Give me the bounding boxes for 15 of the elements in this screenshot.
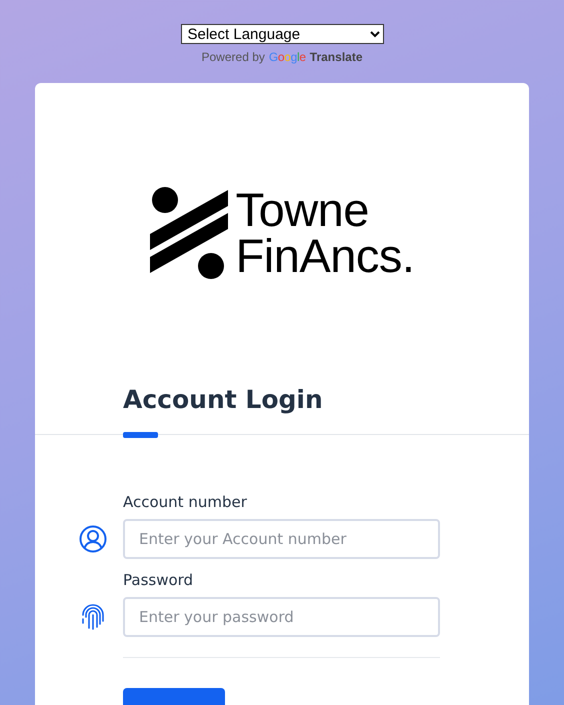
logo-mark-icon (150, 187, 228, 279)
page-heading: Account Login (123, 384, 324, 416)
logo-text: FinAncs. (236, 233, 414, 279)
fingerprint-icon (79, 603, 107, 631)
input-field[interactable]: Enter your password (123, 597, 440, 637)
field-label: Account number (123, 493, 248, 511)
heading-underline (123, 432, 158, 438)
language-select[interactable]: Select Language (180, 24, 384, 44)
field-label: Password (123, 571, 194, 589)
google-logo: Google (268, 50, 306, 64)
user-icon (79, 525, 107, 553)
translate-text: Translate (310, 50, 362, 64)
input-field[interactable]: Enter your Account number (123, 519, 440, 559)
logo-text: Towne (236, 187, 370, 233)
powered-by-text: Powered by (202, 50, 265, 64)
